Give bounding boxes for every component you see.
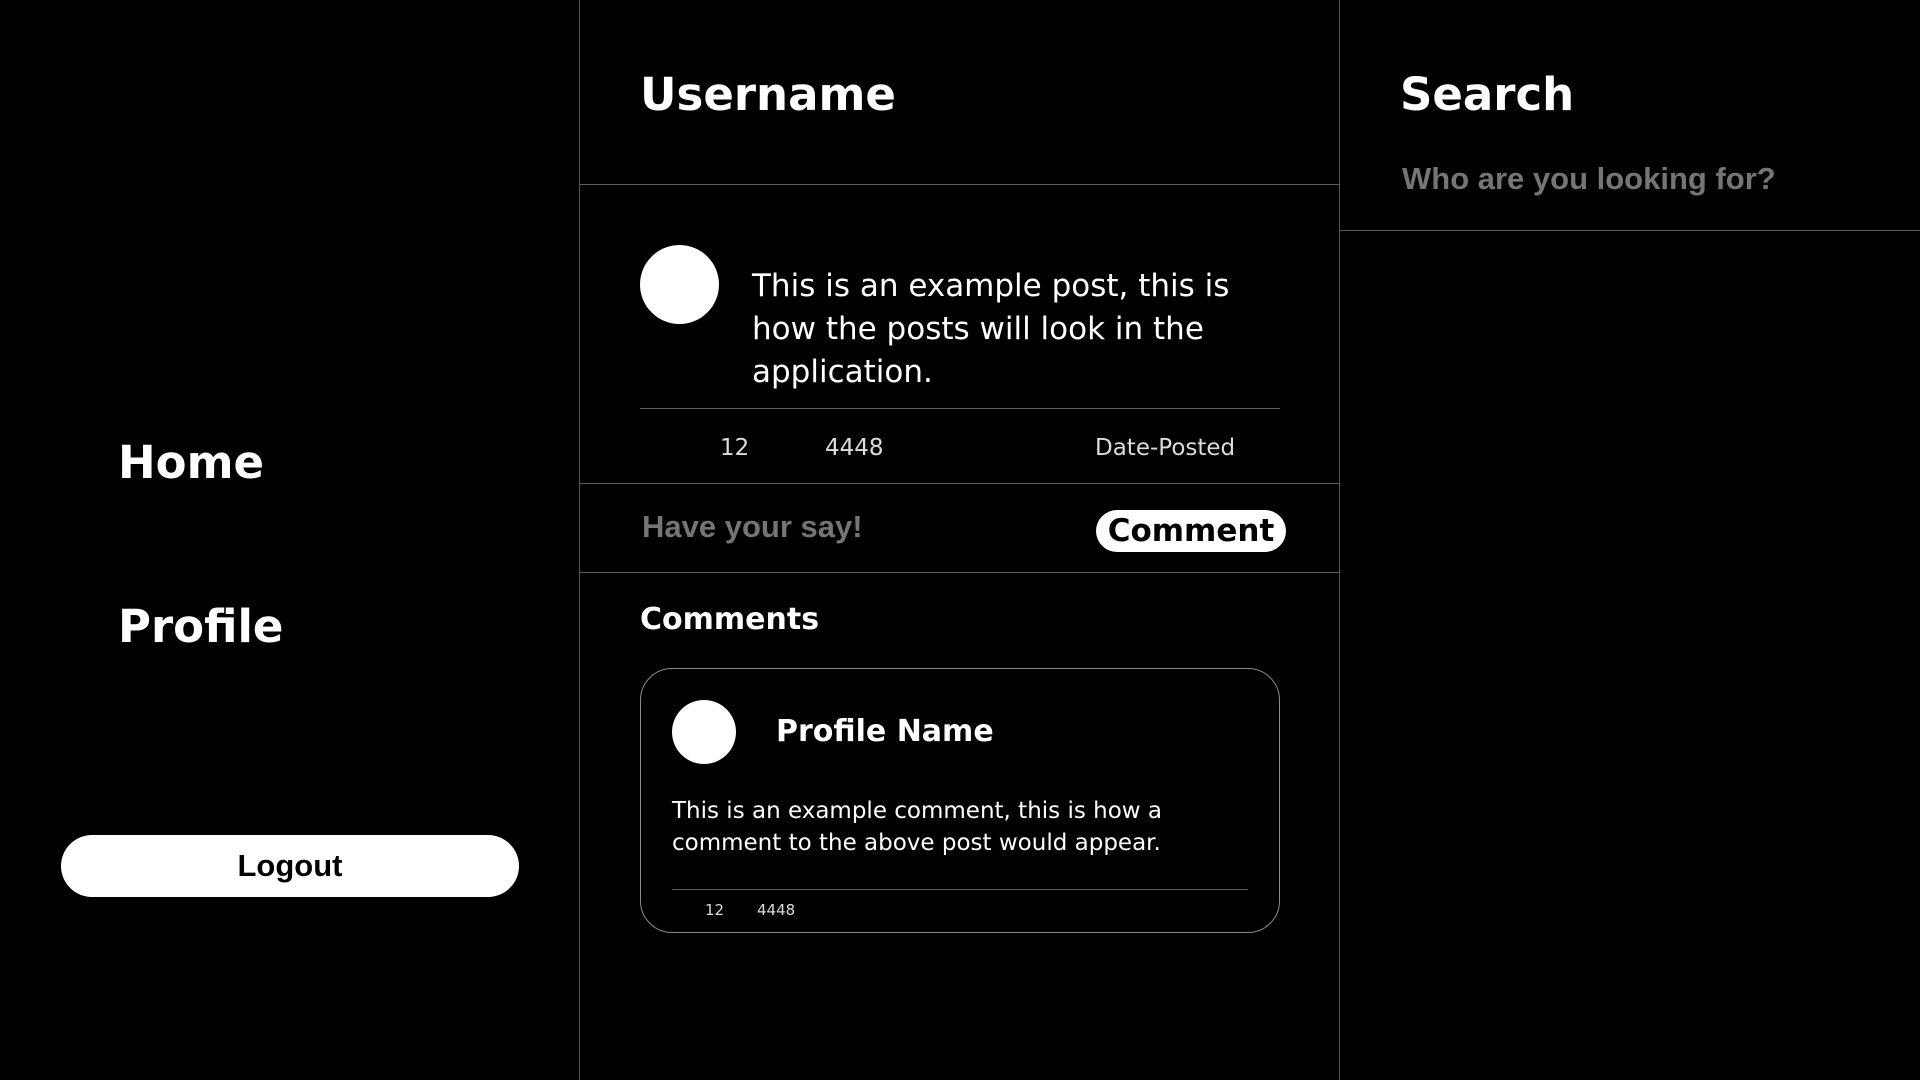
sidebar-item-profile[interactable]: Profile (118, 604, 283, 649)
search-input[interactable] (1400, 160, 1880, 198)
right-column-divider (1339, 0, 1340, 1080)
left-column-divider (579, 0, 580, 1080)
header-divider (580, 184, 1339, 185)
sidebar-item-home[interactable]: Home (118, 440, 264, 485)
search-divider (1340, 230, 1920, 231)
post-avatar[interactable] (640, 245, 719, 324)
app-window: Home Profile Logout Username This is an … (0, 0, 1920, 1080)
comment-button[interactable]: Comment (1096, 510, 1286, 552)
post-stat-likes[interactable]: 12 (720, 435, 749, 461)
post-text: This is an example post, this is how the… (752, 268, 1230, 390)
post-date: Date-Posted (1095, 435, 1236, 461)
comment-input[interactable] (640, 508, 1060, 546)
post-stat-views[interactable]: 4448 (825, 435, 884, 461)
page-title: Username (640, 68, 896, 121)
post-divider (640, 408, 1280, 409)
comment-text: This is an example comment, this is how … (672, 798, 1163, 856)
comment-profile-name[interactable]: Profile Name (776, 717, 994, 747)
comment-avatar[interactable] (672, 700, 736, 764)
search-title: Search (1400, 68, 1575, 121)
comment-stat-views[interactable]: 4448 (757, 901, 795, 919)
comments-heading: Comments (640, 602, 820, 637)
comment-divider (672, 889, 1248, 890)
post-bottom-divider (580, 483, 1339, 484)
comment-card: Profile Name This is an example comment,… (640, 668, 1280, 933)
comment-stat-likes[interactable]: 12 (705, 901, 724, 919)
logout-button[interactable]: Logout (61, 835, 519, 897)
compose-divider (580, 572, 1339, 573)
